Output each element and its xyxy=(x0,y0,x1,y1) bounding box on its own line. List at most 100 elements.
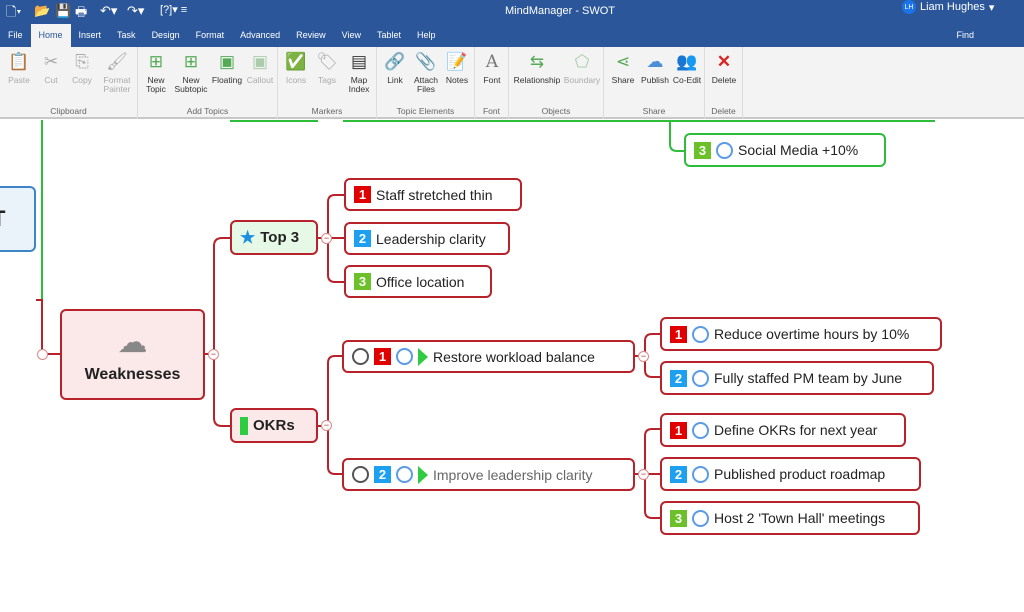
tab-advanced[interactable]: Advanced xyxy=(232,24,288,47)
tab-view[interactable]: View xyxy=(334,24,369,47)
print-icon[interactable]: 🖶 xyxy=(75,3,87,25)
tab-file[interactable]: File xyxy=(0,24,31,47)
map-index-button[interactable]: ▤ Map Index xyxy=(344,51,374,94)
icons-button[interactable]: ✅ Icons xyxy=(282,51,310,85)
paste-icon: 📋 xyxy=(8,52,30,71)
tab-help[interactable]: Help xyxy=(409,24,444,47)
callout-button[interactable]: ▣ Callout xyxy=(245,51,275,85)
group-markers: ✅ Icons 🏷 Tags ▤ Map Index Markers xyxy=(278,47,377,119)
progress-circle-icon xyxy=(692,465,709,483)
green-flag-icon xyxy=(240,416,248,435)
window-title: MindManager - SWOT xyxy=(505,5,616,17)
priority-1-icon: 1 xyxy=(670,325,687,343)
map-canvas[interactable]: T ☁ Weaknesses − ★Top 3 − 1Staff stretch… xyxy=(0,120,1024,612)
topic-office-location[interactable]: 3 Office location xyxy=(344,265,492,298)
find-button[interactable]: Find xyxy=(956,30,974,40)
share-button[interactable]: ⋖ Share xyxy=(610,51,636,85)
progress-circle-icon xyxy=(692,325,709,343)
collapse-toggle[interactable]: − xyxy=(321,233,332,244)
cloud-upload-icon: ☁ xyxy=(646,52,664,71)
notes-button[interactable]: 📝 Notes xyxy=(443,51,471,85)
redo-icon[interactable]: ↷▾ xyxy=(127,3,144,19)
topic-improve-leadership-clarity[interactable]: 2 Improve leadership clarity xyxy=(342,458,635,491)
relationship-icon: ⇆ xyxy=(529,52,545,71)
new-subtopic-button[interactable]: ⊞ New Subtopic xyxy=(174,51,208,94)
scissors-icon: ✂ xyxy=(43,52,59,71)
boundary-button[interactable]: ⬠ Boundary xyxy=(563,51,601,85)
progress-lock-icon xyxy=(396,466,413,483)
new-file-icon[interactable]: 🗋▾ xyxy=(6,3,21,25)
topic-define-okrs[interactable]: 1 Define OKRs for next year xyxy=(660,413,906,447)
priority-3-icon: 3 xyxy=(354,273,371,290)
tab-format[interactable]: Format xyxy=(188,24,233,47)
priority-2-icon: 2 xyxy=(670,369,687,387)
ribbon-tabs: File Home Insert Task Design Format Adva… xyxy=(0,24,1024,47)
group-label: Objects xyxy=(541,106,571,116)
publish-button[interactable]: ☁ Publish xyxy=(640,51,670,85)
collapse-toggle[interactable]: − xyxy=(638,469,649,480)
clock-icon xyxy=(352,348,369,365)
copy-icon: ⎘ xyxy=(75,52,89,71)
attach-files-button[interactable]: 📎 Attach Files xyxy=(411,51,441,94)
topic-restore-workload-balance[interactable]: 1 Restore workload balance xyxy=(342,340,635,373)
weaknesses-topic[interactable]: ☁ Weaknesses xyxy=(60,309,205,400)
new-topic-button[interactable]: ⊞ New Topic xyxy=(141,51,171,94)
save-icon[interactable]: 💾 xyxy=(55,3,71,19)
topic-fully-staffed-pm-team[interactable]: 2 Fully staffed PM team by June xyxy=(660,361,934,395)
floating-button[interactable]: ▣ Floating xyxy=(210,51,244,85)
tab-review[interactable]: Review xyxy=(288,24,334,47)
group-delete: ✕ Delete Delete xyxy=(705,47,743,119)
notes-icon: 📝 xyxy=(446,52,468,71)
topic-leadership-clarity[interactable]: 2 Leadership clarity xyxy=(344,222,510,255)
progress-lock-icon xyxy=(396,348,413,365)
co-edit-button[interactable]: 👥 Co-Edit xyxy=(672,51,702,85)
delete-button[interactable]: ✕ Delete xyxy=(710,51,738,85)
callout-icon: ▣ xyxy=(251,52,269,71)
tab-home[interactable]: Home xyxy=(30,24,71,47)
font-button[interactable]: A Font xyxy=(479,51,505,85)
okrs-topic[interactable]: OKRs xyxy=(230,408,318,443)
group-label: Share xyxy=(642,106,666,116)
topic-published-roadmap[interactable]: 2 Published product roadmap xyxy=(660,457,921,491)
cut-button[interactable]: ✂ Cut xyxy=(38,51,64,85)
tab-insert[interactable]: Insert xyxy=(71,24,110,47)
user-menu[interactable]: LH Liam Hughes ▾ xyxy=(902,0,994,14)
topic-reduce-overtime[interactable]: 1 Reduce overtime hours by 10% xyxy=(660,317,942,351)
top3-topic[interactable]: ★ Top 3 xyxy=(230,220,318,255)
link-button[interactable]: 🔗 Link xyxy=(383,51,407,85)
topic-town-hall-meetings[interactable]: 3 Host 2 'Town Hall' meetings xyxy=(660,501,920,535)
progress-circle-icon xyxy=(716,141,733,159)
floating-topic-icon: ▣ xyxy=(218,52,236,71)
collapse-toggle[interactable] xyxy=(37,349,48,360)
collapse-toggle[interactable]: − xyxy=(638,351,649,362)
co-edit-icon: 👥 xyxy=(676,52,698,71)
priority-2-icon: 2 xyxy=(670,465,687,483)
format-painter-button[interactable]: 🖌 Format Painter xyxy=(100,51,134,94)
relationship-button[interactable]: ⇆ Relationship xyxy=(513,51,561,85)
topic-social-media[interactable]: 3 Social Media +10% xyxy=(684,133,886,167)
avatar: LH xyxy=(902,0,916,14)
group-clipboard: 📋 Paste ✂ Cut ⎘ Copy 🖌 Format Painter Clipbo… xyxy=(0,47,138,119)
group-label: Delete xyxy=(711,106,736,116)
font-icon: A xyxy=(485,52,499,72)
central-topic[interactable]: T xyxy=(0,186,36,252)
green-flag-icon xyxy=(418,347,428,366)
storm-cloud-icon: ☁ xyxy=(117,326,148,359)
priority-2-icon: 2 xyxy=(354,230,371,247)
help-icon[interactable]: [?]▾ ≡ xyxy=(160,3,187,16)
collapse-toggle[interactable]: − xyxy=(208,349,219,360)
topic-staff-stretched-thin[interactable]: 1 Staff stretched thin xyxy=(344,178,522,211)
paste-button[interactable]: 📋 Paste xyxy=(6,51,32,85)
undo-icon[interactable]: ↶▾ xyxy=(100,3,117,19)
tab-design[interactable]: Design xyxy=(144,24,188,47)
copy-button[interactable]: ⎘ Copy xyxy=(68,51,96,85)
tags-button[interactable]: 🏷 Tags xyxy=(314,51,340,85)
icons-icon: ✅ xyxy=(285,52,307,71)
group-label: Topic Elements xyxy=(396,106,455,116)
tab-tablet[interactable]: Tablet xyxy=(369,24,409,47)
open-folder-icon[interactable]: 📂 xyxy=(34,3,50,19)
tab-task[interactable]: Task xyxy=(109,24,144,47)
delete-x-icon: ✕ xyxy=(716,52,732,71)
collapse-toggle[interactable]: − xyxy=(321,420,332,431)
group-label: Markers xyxy=(311,106,343,116)
